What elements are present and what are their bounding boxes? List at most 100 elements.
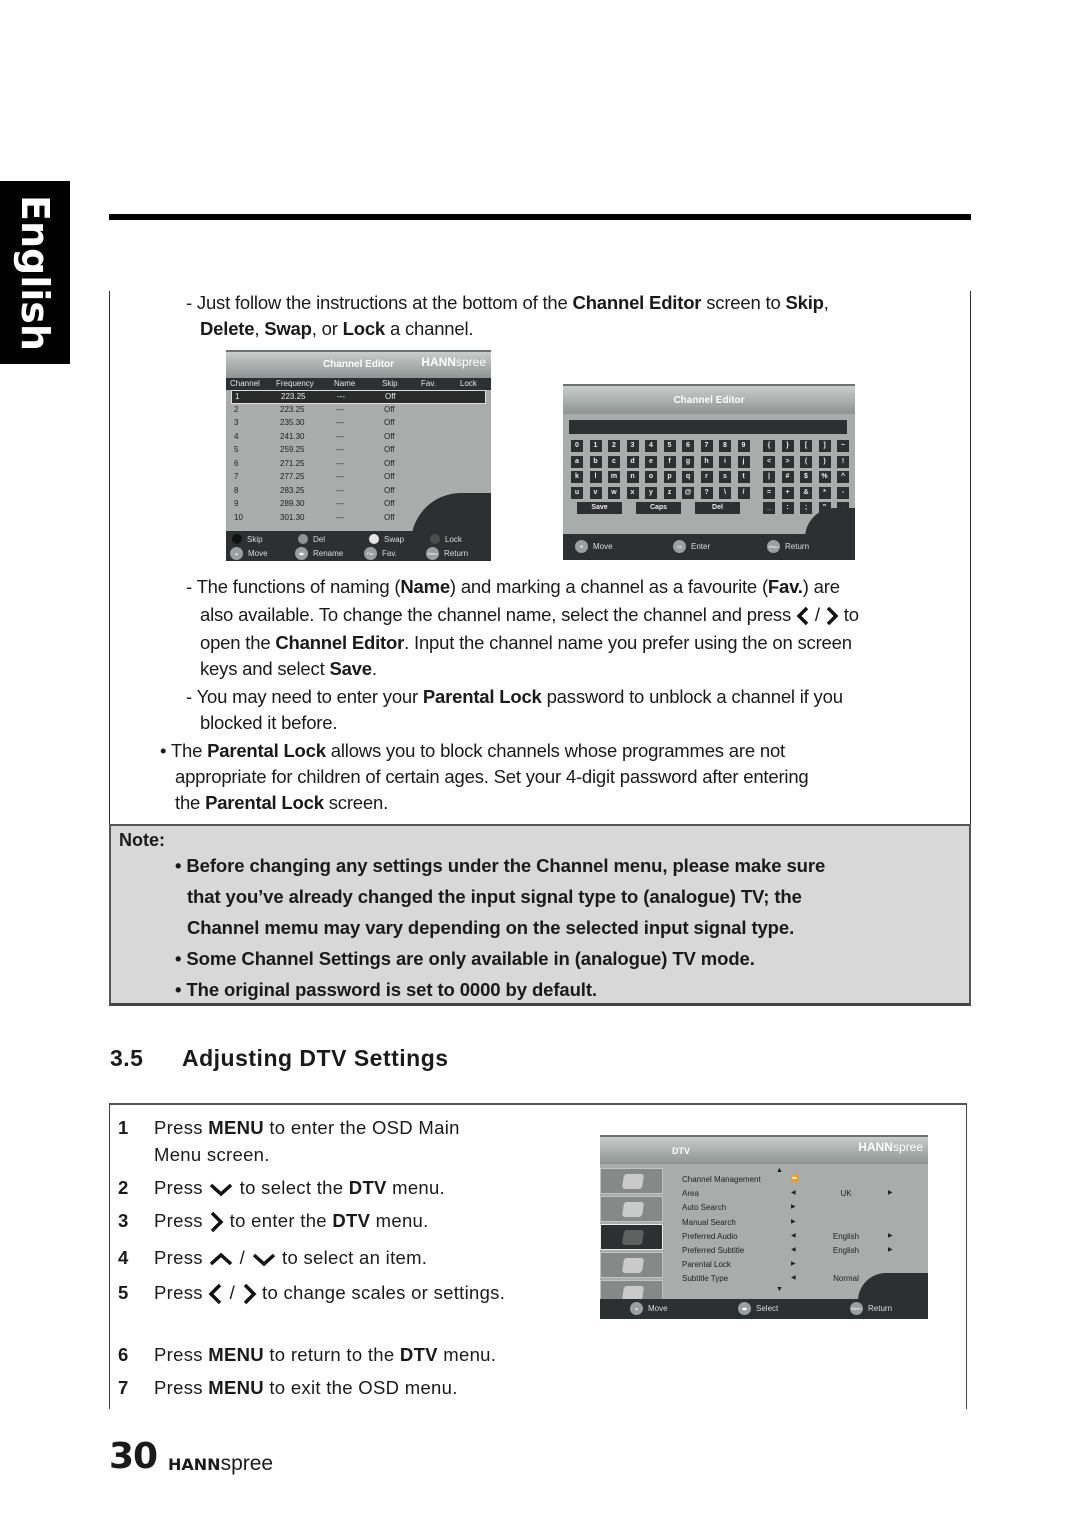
cell-ch: 8 <box>234 485 239 495</box>
bold-text: Channel Editor <box>275 632 405 653</box>
key: x <box>626 486 639 499</box>
text: screen to <box>701 292 786 313</box>
right-arrow-icon: ▶ <box>791 1218 796 1225</box>
del-dot-icon <box>298 534 308 544</box>
key: y <box>645 486 657 499</box>
bold-text: Swap <box>264 318 312 339</box>
table-header: Channel Frequency Name Skip Fav. Lock <box>226 378 491 390</box>
key: o <box>645 471 657 483</box>
up-arrow-icon <box>210 1252 233 1266</box>
channel-row: 3 235.30 --- Off <box>226 417 491 431</box>
setup-menu-icon <box>600 1252 663 1278</box>
text: Press <box>154 1177 209 1198</box>
left-arrow-icon: ◀ <box>791 1190 796 1197</box>
bold-text: Name <box>400 576 450 597</box>
cell-skip: Off <box>384 485 395 495</box>
text: , <box>823 292 829 313</box>
hannspree-logo: HANNspree <box>858 1140 923 1154</box>
text: ) and marking a channel as a favourite ( <box>449 576 768 597</box>
key: $ <box>800 471 812 483</box>
column-header: Channel <box>230 379 260 388</box>
step-4: 4 Press / to select an item. <box>118 1244 427 1271</box>
menu-item-label: Manual Search <box>682 1217 736 1227</box>
header-rule <box>109 214 971 220</box>
cell-skip: Off <box>384 499 395 508</box>
fav-button-icon: Fav. <box>364 547 377 560</box>
osd-legend: ✥ Move Ok Enter Menu Return <box>563 534 855 560</box>
bold-text: MENU <box>208 1117 264 1138</box>
note-item: • Before changing any settings under the… <box>175 855 826 876</box>
cell-skip: Off <box>384 458 395 468</box>
cell-name: --- <box>336 458 344 468</box>
paragraph-parental-lock: • The Parental Lock allows you to block … <box>160 738 950 816</box>
cell-ch: 4 <box>234 431 239 441</box>
text: - Just follow the instructions at the bo… <box>186 292 573 313</box>
cell-skip: Off <box>384 431 395 441</box>
step-1: 1 Press MENU to enter the OSD Main Menu s… <box>118 1114 460 1168</box>
cell-freq: 289.30 <box>280 499 305 508</box>
step-6: 6 Press MENU to return to the DTV menu. <box>118 1341 496 1368</box>
paragraph-skip-delete: - Just follow the instructions at the bo… <box>186 290 946 342</box>
dtv-menu-icon <box>600 1224 663 1250</box>
move-arrows-icon: ▲ <box>630 1302 643 1315</box>
swap-dot-icon <box>369 534 379 544</box>
key: 4 <box>645 440 657 452</box>
key: r <box>700 471 713 483</box>
bold-text: Skip <box>785 292 824 313</box>
key: 9 <box>737 440 750 452</box>
text: ) are <box>802 576 840 597</box>
key-del: Del <box>695 502 740 514</box>
key: b <box>589 455 602 468</box>
text: • The <box>160 740 208 761</box>
key: & <box>800 486 812 499</box>
step-2: 2 Press to select the DTV menu. <box>118 1174 445 1201</box>
osd-title: Channel Editor <box>673 395 745 406</box>
cell-name: --- <box>336 472 344 481</box>
key: _ <box>763 502 775 514</box>
note-item-cont: Channel memu may vary depending on the s… <box>187 917 795 938</box>
step-number: 7 <box>118 1377 129 1398</box>
menu-item-label: Subtitle Type <box>682 1274 729 1284</box>
key: ] <box>818 440 831 452</box>
channel-row: 7 277.25 --- Off <box>226 471 491 485</box>
text: a channel. <box>385 318 474 339</box>
key: d <box>626 455 639 468</box>
key: < <box>763 455 775 468</box>
down-arrow-icon <box>252 1253 275 1267</box>
move-arrows-icon: ▲ <box>230 547 243 560</box>
cell-skip: Off <box>385 392 396 401</box>
key: l <box>589 471 602 483</box>
bold-text: Parental Lock <box>205 792 324 813</box>
key: > <box>781 455 794 468</box>
cell-ch: 1 <box>235 392 240 401</box>
text: menu. <box>386 1177 446 1198</box>
key: ) <box>818 455 831 468</box>
channel-editor-list-screenshot: Channel Editor HANNspree Channel Frequen… <box>226 350 491 561</box>
cell-freq: 301.30 <box>280 512 305 522</box>
text: also available. To change the channel na… <box>200 604 796 625</box>
channel-row: 2 223.25 --- Off <box>226 404 491 418</box>
note-item: • The original password is set to 0000 b… <box>175 979 597 1000</box>
text: , or <box>311 318 343 339</box>
text: / <box>224 1282 241 1303</box>
legend-label: Move <box>593 542 613 551</box>
text: to select the <box>234 1177 349 1198</box>
right-arrow-icon <box>826 606 839 626</box>
legend-label: Select <box>756 1304 779 1313</box>
cell-ch: 6 <box>234 458 239 468</box>
legend-label: Return <box>868 1304 893 1313</box>
cell-freq: 223.25 <box>280 404 305 414</box>
text: Press <box>154 1117 209 1138</box>
cell-ch: 2 <box>234 404 239 414</box>
key: ~ <box>837 440 849 452</box>
key: p <box>663 471 676 483</box>
text: Press <box>154 1247 209 1268</box>
key: : <box>781 502 794 514</box>
menu-item: Preferred Subtitle ◀ English ▶ <box>682 1245 922 1259</box>
paragraph-naming: - The functions of naming (Name) and mar… <box>186 574 956 682</box>
note-title: Note: <box>119 830 165 850</box>
text: Press <box>154 1344 209 1365</box>
key: ^ <box>837 471 849 483</box>
text: Press <box>154 1210 209 1231</box>
step-7: 7 Press MENU to exit the OSD menu. <box>118 1374 458 1401</box>
